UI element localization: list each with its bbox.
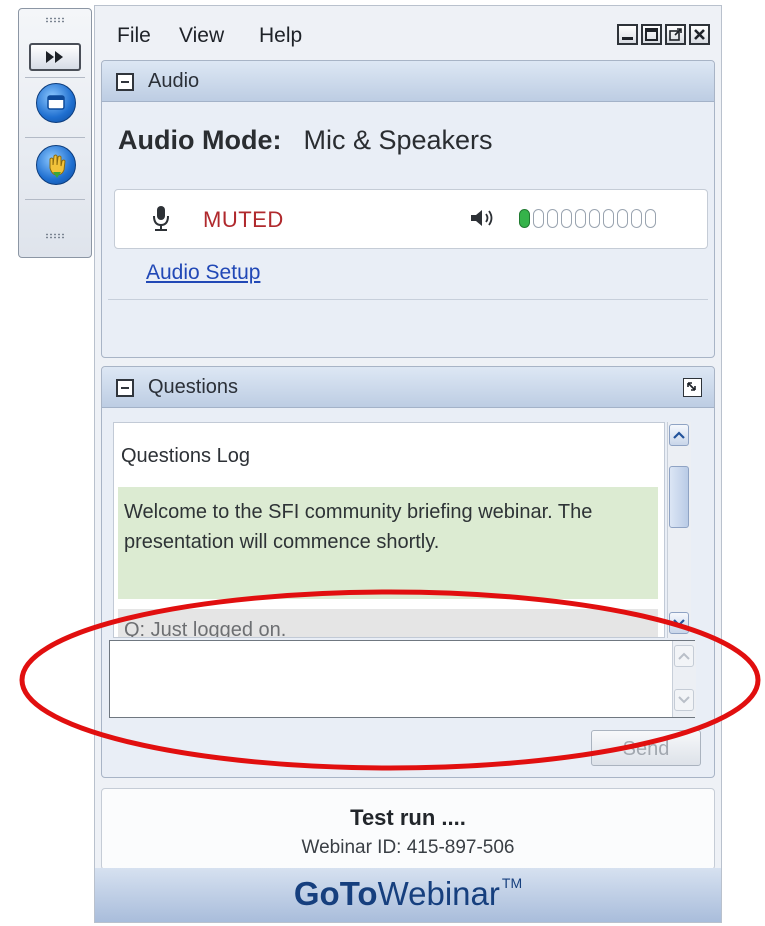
menu-view[interactable]: View <box>179 24 224 48</box>
questions-log: Questions Log Welcome to the SFI communi… <box>113 422 665 638</box>
restore-button[interactable] <box>641 24 662 45</box>
toolbar-grip-bottom[interactable] <box>45 233 65 239</box>
level-led <box>603 209 614 228</box>
expand-icon <box>687 382 696 391</box>
questions-log-title: Questions Log <box>121 445 250 467</box>
level-led <box>533 209 544 228</box>
mic-status-text: MUTED <box>203 207 284 232</box>
questions-log-scrollbar[interactable] <box>667 422 691 638</box>
audio-setup-link[interactable]: Audio Setup <box>146 261 260 285</box>
collapse-audio-icon[interactable] <box>116 73 134 91</box>
menu-file[interactable]: File <box>117 24 151 48</box>
level-led <box>645 209 656 228</box>
fast-forward-icon <box>46 51 63 63</box>
audio-panel: Audio Audio Mode: Mic & Speakers MUTED Au… <box>101 60 715 358</box>
minimize-button[interactable] <box>617 24 638 45</box>
webinar-control-panel: File View Help Audio Audio Mode: Mic & Sp… <box>94 5 722 923</box>
questions-panel-header[interactable]: Questions <box>102 367 714 408</box>
question-input-box[interactable] <box>109 640 696 718</box>
question-message: Q: Just logged on. <box>118 609 658 637</box>
screen-icon <box>47 95 65 110</box>
close-button[interactable] <box>689 24 710 45</box>
audio-mode-label: Audio Mode: <box>118 125 282 155</box>
raise-hand-button[interactable] <box>36 145 76 185</box>
speaker-icon[interactable] <box>469 207 497 229</box>
toolbar-grip-top[interactable] <box>45 17 65 23</box>
question-input[interactable] <box>110 641 670 717</box>
audio-status-box: MUTED <box>114 189 708 249</box>
audio-mode-row: Audio Mode: Mic & Speakers <box>118 125 493 156</box>
popout-icon <box>669 28 682 41</box>
send-button[interactable]: Send <box>591 730 701 766</box>
webinar-id: Webinar ID: 415-897-506 <box>301 837 515 858</box>
minimize-icon <box>622 37 633 40</box>
close-icon <box>694 29 705 40</box>
toolbar-divider <box>25 137 85 138</box>
chevron-up-icon <box>673 431 685 439</box>
chevron-down-icon <box>678 696 690 704</box>
chevron-down-icon <box>673 619 685 627</box>
level-led <box>631 209 642 228</box>
level-led <box>519 209 530 228</box>
audio-mode-value: Mic & Speakers <box>303 125 493 155</box>
webinar-info: Test run .... Webinar ID: 415-897-506 <box>101 788 715 870</box>
speaker-level-meter <box>519 209 656 228</box>
scroll-up-button[interactable] <box>669 424 689 446</box>
chevron-up-icon <box>678 652 690 660</box>
restore-icon <box>645 28 658 41</box>
brand-bar: GoToWebinar TM <box>95 868 721 922</box>
gotowebinar-logo: GoToWebinar TM <box>293 875 523 912</box>
input-scrollbar[interactable] <box>672 641 696 717</box>
level-led <box>561 209 572 228</box>
level-led <box>547 209 558 228</box>
input-scroll-down-button[interactable] <box>674 689 694 711</box>
popout-button[interactable] <box>665 24 686 45</box>
level-led <box>589 209 600 228</box>
toolbar-divider <box>25 77 85 78</box>
level-led <box>575 209 586 228</box>
toolbar-divider <box>25 199 85 200</box>
menu-help[interactable]: Help <box>259 24 302 48</box>
scroll-thumb[interactable] <box>669 466 689 528</box>
audio-panel-title: Audio <box>148 70 200 92</box>
audio-divider <box>108 299 708 300</box>
fast-forward-button[interactable] <box>29 43 81 71</box>
questions-panel-title: Questions <box>148 376 239 398</box>
level-led <box>617 209 628 228</box>
question-message: Welcome to the SFI community briefing we… <box>118 487 658 599</box>
audio-panel-header[interactable]: Audio <box>102 61 714 102</box>
floating-toolbar <box>18 8 92 258</box>
screen-button[interactable] <box>36 83 76 123</box>
menu-bar: File View Help <box>95 6 721 58</box>
collapse-questions-icon[interactable] <box>116 379 134 397</box>
scroll-down-button[interactable] <box>669 612 689 634</box>
raise-hand-icon <box>49 154 66 178</box>
input-scroll-up-button[interactable] <box>674 645 694 667</box>
webinar-title: Test run .... <box>350 805 466 830</box>
microphone-icon[interactable] <box>151 204 171 232</box>
expand-questions-button[interactable] <box>683 378 702 397</box>
